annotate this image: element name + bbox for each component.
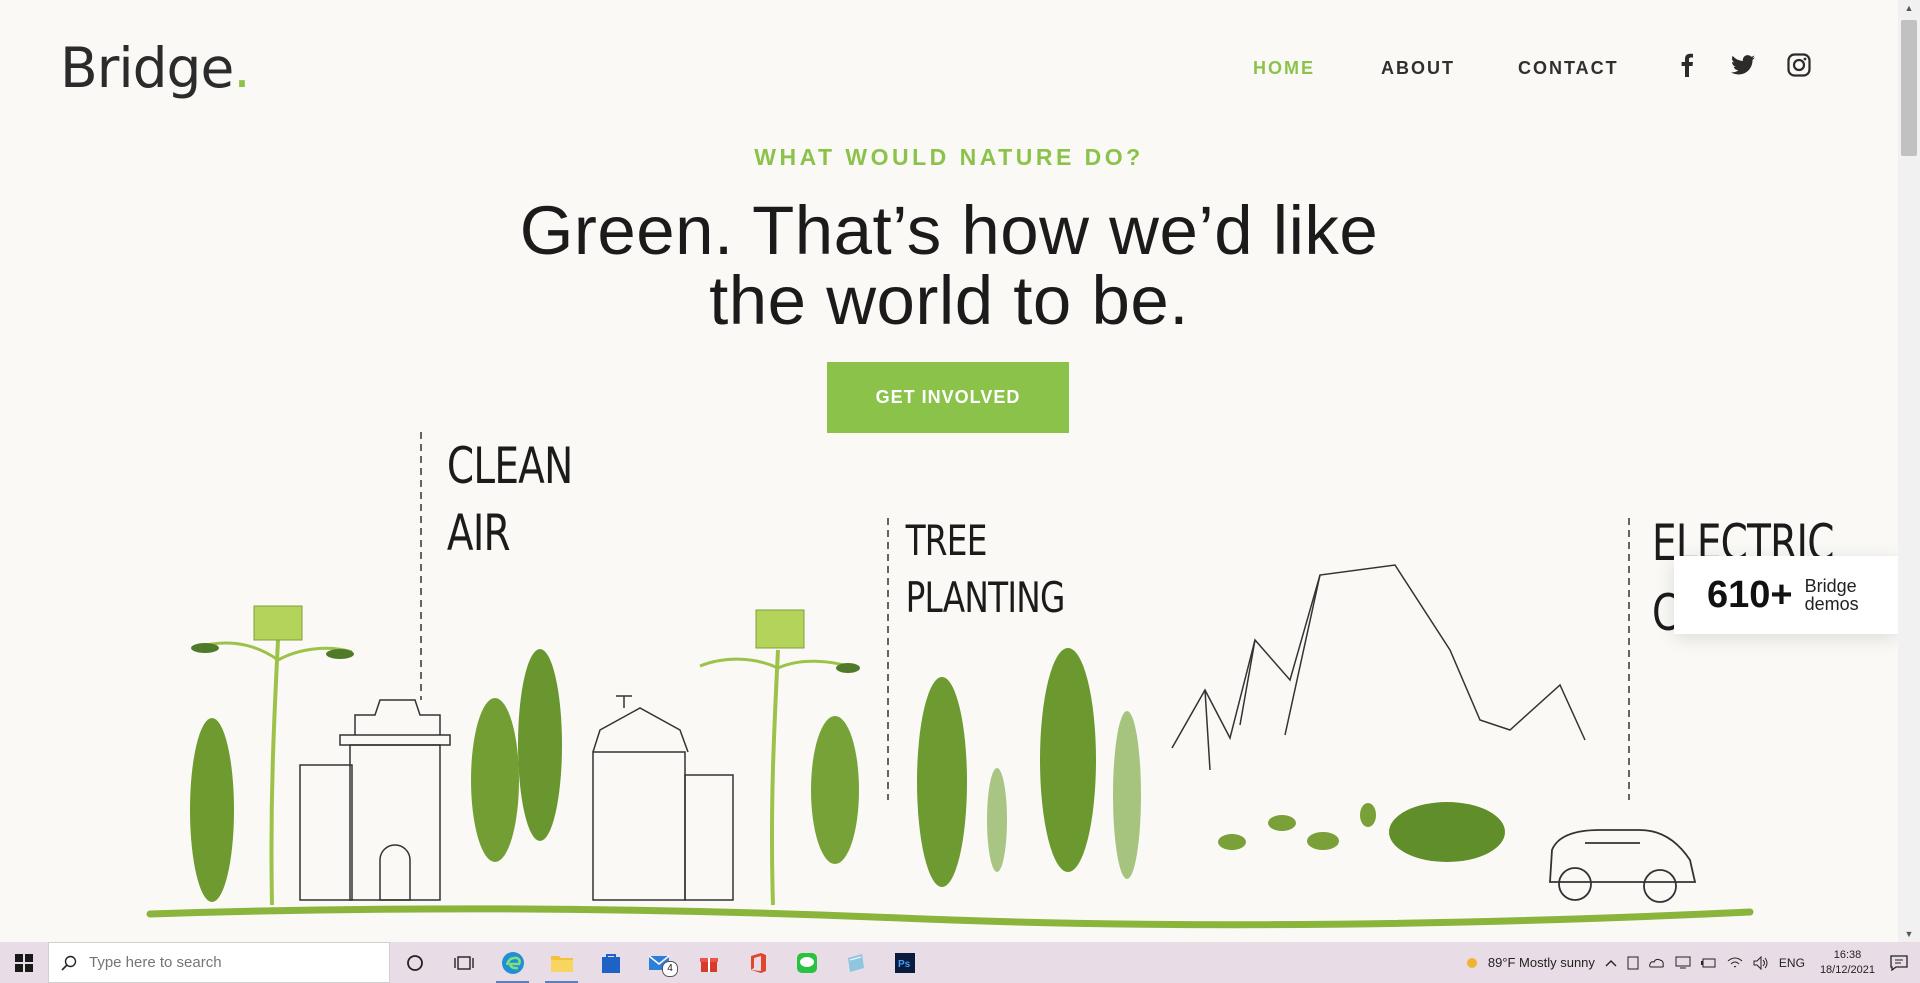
language-indicator[interactable]: ENG: [1779, 956, 1805, 970]
cortana-circle-icon: [406, 954, 423, 971]
headline-line-1: Green. That’s how we’d like: [519, 192, 1379, 269]
weather-widget[interactable]: 89°F Mostly sunny: [1464, 955, 1595, 971]
nav-about[interactable]: ABOUT: [1381, 58, 1455, 79]
clock-date: 18/12/2021: [1819, 963, 1875, 976]
cortana-button[interactable]: [390, 942, 439, 983]
twitter-icon[interactable]: [1730, 52, 1756, 78]
svg-text:Ps: Ps: [898, 959, 911, 970]
store-icon: [601, 953, 620, 973]
windows-taskbar: 4 Ps 89°F Mostly sunny ENG 16:38 18/12/2…: [0, 942, 1920, 983]
search-input[interactable]: [87, 953, 371, 972]
demos-label-line-1: Bridge: [1804, 576, 1857, 596]
mail-unread-badge: 4: [662, 961, 678, 977]
photoshop-app[interactable]: Ps: [880, 942, 929, 983]
office-icon: [750, 952, 766, 973]
task-view-icon: [453, 955, 474, 970]
label-tree: TREE: [905, 516, 987, 565]
bridge-logo[interactable]: Bridge.: [60, 36, 251, 100]
mail-app[interactable]: 4: [635, 942, 684, 983]
ground-stem: [146, 905, 1754, 929]
buildings-1: [299, 699, 451, 901]
start-button[interactable]: [0, 942, 48, 983]
notepad-app[interactable]: [831, 942, 880, 983]
edge-app[interactable]: [488, 942, 537, 983]
demos-label: Bridge demos: [1805, 577, 1859, 613]
office-app[interactable]: [733, 942, 782, 983]
gift-icon: [699, 957, 718, 972]
clock[interactable]: 16:38 18/12/2021: [1820, 948, 1875, 978]
scrollbar-thumb[interactable]: [1901, 20, 1917, 156]
nav-home[interactable]: HOME: [1253, 58, 1315, 79]
scroll-up-arrow-icon[interactable]: ▲: [1898, 0, 1920, 16]
web-page: Bridge. HOME ABOUT CONTACT WHAT WOULD NA…: [0, 0, 1898, 942]
battery-icon[interactable]: [1700, 957, 1717, 969]
mountains: [1171, 564, 1586, 771]
logo-text: Bridge: [60, 36, 234, 100]
taskbar-search[interactable]: [48, 942, 390, 983]
line-icon: [796, 952, 817, 973]
label-planting: PLANTING: [906, 573, 1065, 622]
demos-count: 610+: [1707, 573, 1793, 616]
meet-now-icon[interactable]: [1627, 956, 1639, 970]
search-icon: [61, 955, 77, 971]
hero-eyebrow: WHAT WOULD NATURE DO?: [754, 144, 1144, 170]
system-tray: 89°F Mostly sunny ENG 16:38 18/12/2021: [1459, 942, 1920, 983]
leaves: [190, 648, 1505, 902]
notepad-icon: [847, 953, 864, 972]
onedrive-icon[interactable]: [1649, 958, 1665, 968]
electric-car: [1549, 829, 1697, 903]
gift-app[interactable]: [684, 942, 733, 983]
scroll-down-arrow-icon[interactable]: ▼: [1898, 926, 1920, 942]
demos-label-line-2: demos: [1804, 594, 1859, 614]
chevron-up-icon[interactable]: [1605, 959, 1617, 967]
headline-line-2: the world to be.: [709, 262, 1189, 339]
file-explorer-app[interactable]: [537, 942, 586, 983]
weather-text: 89°F Mostly sunny: [1487, 955, 1595, 970]
facebook-icon[interactable]: [1674, 52, 1700, 78]
instagram-icon[interactable]: [1786, 52, 1812, 78]
buildings-2: [592, 695, 734, 901]
edge-icon: [501, 951, 524, 974]
nav-contact[interactable]: CONTACT: [1518, 58, 1619, 79]
label-clean: CLEAN: [447, 436, 573, 495]
task-view-button[interactable]: [439, 942, 488, 983]
notification-center-icon[interactable]: [1890, 954, 1908, 971]
folder-icon: [550, 955, 573, 972]
wifi-icon[interactable]: [1727, 956, 1743, 970]
label-air: AIR: [447, 503, 510, 562]
page-scrollbar[interactable]: ▲ ▼: [1898, 0, 1920, 942]
photoshop-icon: Ps: [894, 952, 915, 973]
nature-illustration: CLEAN AIR TREE PLANTING ELECTRIC CAR: [146, 432, 1834, 929]
display-icon[interactable]: [1675, 956, 1691, 969]
demos-badge[interactable]: 610+ Bridge demos: [1674, 556, 1898, 634]
clock-time: 16:38: [1833, 948, 1862, 961]
sunny-icon: [1466, 957, 1477, 968]
microsoft-store-app[interactable]: [586, 942, 635, 983]
hero-headline: Green. That’s how we’d like the world to…: [0, 196, 1898, 336]
logo-dot: .: [233, 36, 251, 100]
volume-icon[interactable]: [1753, 955, 1769, 970]
windows-logo-icon: [15, 953, 33, 972]
line-app[interactable]: [782, 942, 831, 983]
